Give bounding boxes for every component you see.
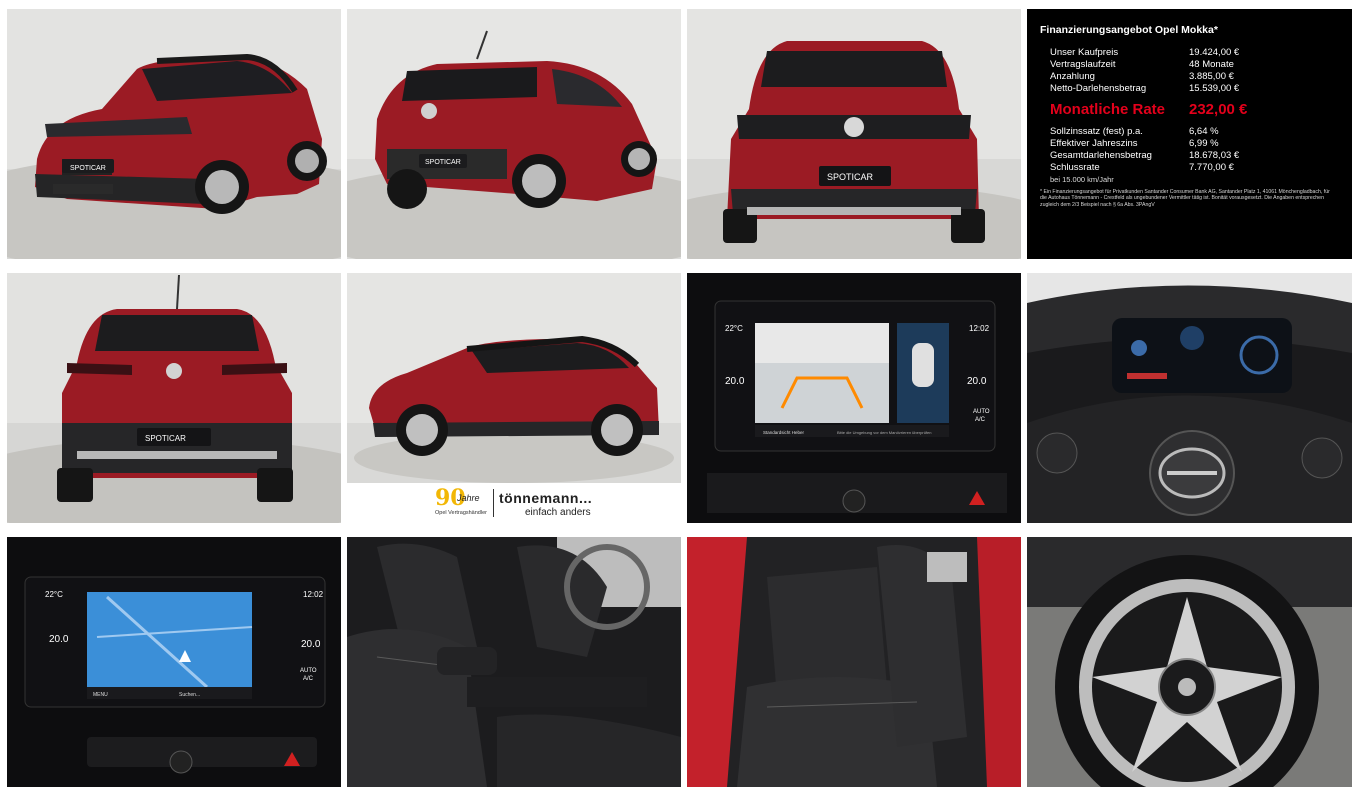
finance-value-schlussrate: 7.770,00 € <box>1189 162 1234 173</box>
finance-label-netto: Netto-Darlehensbetrag <box>1050 83 1147 94</box>
svg-text:Standardsicht Heber: Standardsicht Heber <box>763 430 805 435</box>
svg-text:A/C: A/C <box>303 676 314 682</box>
finance-mileage-note: bei 15.000 km/Jahr <box>1050 175 1114 184</box>
svg-text:20.0: 20.0 <box>301 639 321 650</box>
svg-text:20.0: 20.0 <box>49 634 69 645</box>
svg-text:22°C: 22°C <box>725 324 743 333</box>
alloy-wheel-photo <box>1027 537 1352 787</box>
finance-label-effektiv: Effektiver Jahreszins <box>1050 138 1138 149</box>
finance-label-gesamt: Gesamtdarlehensbetrag <box>1050 150 1152 161</box>
svg-text:SPOTICAR: SPOTICAR <box>70 165 106 172</box>
finance-label-sollzins: Sollzinssatz (fest) p.a. <box>1050 126 1143 137</box>
gallery-photo-rear-seats[interactable] <box>687 537 1021 787</box>
finance-footnote: * Ein Finanzierungsangebot für Privatkun… <box>1040 189 1330 208</box>
finance-value-effektiv: 6,99 % <box>1189 138 1219 149</box>
gallery-photo-steering-wheel[interactable] <box>1027 273 1352 523</box>
finance-label-kaufpreis: Unser Kaufpreis <box>1050 47 1119 58</box>
gallery-photo-rear[interactable]: SPOTICAR <box>7 273 341 523</box>
steering-wheel-photo <box>1027 273 1352 523</box>
banner-separator <box>493 489 494 517</box>
rear-seats-photo <box>687 537 1021 787</box>
svg-text:20.0: 20.0 <box>967 376 987 387</box>
navigation-screen-photo: 22°C 20.0 12:02 20.0 AUTO A/C MENU Suche… <box>7 537 341 787</box>
finance-title: Finanzierungsangebot Opel Mokka* <box>1040 24 1218 36</box>
dealer-banner: 90 Jahre Opel Vertragshändler tönnemann.… <box>347 483 681 523</box>
gallery-photo-front-seats[interactable] <box>347 537 681 787</box>
finance-rate-value: 232,00 € <box>1189 101 1248 118</box>
svg-text:SPOTICAR: SPOTICAR <box>827 172 874 182</box>
image-gallery: SPOTICAR SPOTICAR SPOTICAR Finanzierungs… <box>0 0 1352 787</box>
gallery-photo-wheel[interactable] <box>1027 537 1352 787</box>
finance-label-laufzeit: Vertragslaufzeit <box>1050 59 1116 70</box>
svg-text:12:02: 12:02 <box>969 324 990 333</box>
banner-partner: Opel Vertragshändler <box>435 510 487 516</box>
finance-value-kaufpreis: 19.424,00 € <box>1189 47 1240 58</box>
svg-text:Bitte die Umgebung vor dem Man: Bitte die Umgebung vor dem Manövrieren ü… <box>837 430 932 435</box>
svg-text:12:02: 12:02 <box>303 590 324 599</box>
finance-value-anzahlung: 3.885,00 € <box>1189 71 1234 82</box>
car-front-photo: SPOTICAR <box>687 9 1021 259</box>
svg-text:AUTO: AUTO <box>973 409 990 415</box>
banner-slogan: einfach anders <box>525 507 591 518</box>
car-rear-photo: SPOTICAR <box>7 273 341 523</box>
gallery-photo-front[interactable]: SPOTICAR <box>687 9 1021 259</box>
gallery-photo-rear-camera-display[interactable]: 22°C 20.0 12:02 20.0 AUTO A/C Standardsi… <box>687 273 1021 523</box>
finance-label-schlussrate: Schlussrate <box>1050 162 1100 173</box>
svg-text:20.0: 20.0 <box>725 376 745 387</box>
banner-jahre: Jahre <box>457 493 480 503</box>
car-front-left-photo: SPOTICAR <box>7 9 341 259</box>
finance-value-laufzeit: 48 Monate <box>1189 59 1234 70</box>
svg-text:AUTO: AUTO <box>300 668 317 674</box>
finance-label-anzahlung: Anzahlung <box>1050 71 1095 82</box>
gallery-photo-rear-three-quarter[interactable]: SPOTICAR <box>347 9 681 259</box>
finance-value-netto: 15.539,00 € <box>1189 83 1240 94</box>
svg-text:MENU: MENU <box>93 692 108 698</box>
finance-value-sollzins: 6,64 % <box>1189 126 1219 137</box>
banner-brand: tönnemann... <box>499 490 593 506</box>
finance-rate-label: Monatliche Rate <box>1050 101 1166 118</box>
svg-text:22°C: 22°C <box>45 590 63 599</box>
gallery-photo-front-three-quarter[interactable]: SPOTICAR <box>7 9 341 259</box>
rear-camera-screen-photo: 22°C 20.0 12:02 20.0 AUTO A/C Standardsi… <box>687 273 1021 523</box>
finance-offer-panel[interactable]: Finanzierungsangebot Opel Mokka* Unser K… <box>1027 9 1352 259</box>
svg-text:A/C: A/C <box>975 417 986 423</box>
svg-text:Suchen...: Suchen... <box>179 692 200 698</box>
gallery-photo-navigation-display[interactable]: 22°C 20.0 12:02 20.0 AUTO A/C MENU Suche… <box>7 537 341 787</box>
svg-text:SPOTICAR: SPOTICAR <box>425 159 461 166</box>
gallery-photo-side[interactable]: 90 Jahre Opel Vertragshändler tönnemann.… <box>347 273 681 523</box>
finance-value-gesamt: 18.678,03 € <box>1189 150 1240 161</box>
front-seats-photo <box>347 537 681 787</box>
svg-text:SPOTICAR: SPOTICAR <box>145 434 186 443</box>
car-rear-left-photo: SPOTICAR <box>347 9 681 259</box>
